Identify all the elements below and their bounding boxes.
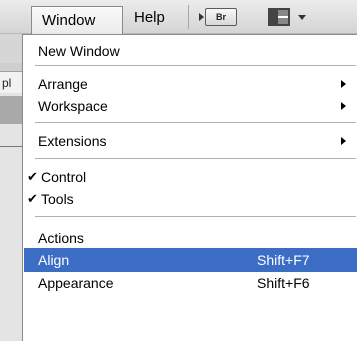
window-menu-dropdown: New Window Arrange Workspace Extensions … xyxy=(22,34,357,341)
truncated-menu-edge xyxy=(0,6,18,28)
menu-separator xyxy=(35,158,356,159)
menu-item-workspace[interactable]: Workspace xyxy=(24,94,357,118)
menu-item-shortcut: Shift+F6 xyxy=(257,275,310,291)
menu-item-shortcut: Shift+F7 xyxy=(257,252,310,268)
menu-item-label: Actions xyxy=(38,230,84,246)
menu-item-align[interactable]: Align Shift+F7 xyxy=(24,248,357,272)
menu-item-label: New Window xyxy=(38,43,120,59)
menu-item-arrange[interactable]: Arrange xyxy=(24,72,357,96)
workspace-layout-icon[interactable] xyxy=(268,8,290,26)
bridge-icon[interactable]: Br xyxy=(199,8,237,26)
menu-separator xyxy=(35,122,356,123)
checkmark-icon: ✔ xyxy=(27,191,38,206)
menu-item-extensions[interactable]: Extensions xyxy=(24,129,357,153)
submenu-arrow-icon xyxy=(341,137,346,145)
menu-item-label: Extensions xyxy=(38,133,107,149)
menu-separator xyxy=(35,65,356,66)
menu-item-new-window[interactable]: New Window xyxy=(24,39,357,63)
menu-item-actions[interactable]: Actions xyxy=(24,226,357,250)
menu-item-label: Appearance xyxy=(38,275,114,291)
menu-item-label: Arrange xyxy=(38,76,88,92)
chevron-down-icon[interactable] xyxy=(298,15,306,20)
menu-item-appearance[interactable]: Appearance Shift+F6 xyxy=(24,271,357,295)
submenu-arrow-icon xyxy=(341,80,346,88)
menu-item-control[interactable]: ✔ Control xyxy=(24,165,357,189)
menu-help[interactable]: Help xyxy=(134,6,165,30)
menu-item-label: Control xyxy=(41,169,87,185)
menu-bar: Window Help Br xyxy=(0,0,357,35)
menu-item-label: Workspace xyxy=(38,98,108,114)
menu-item-label: Tools xyxy=(41,191,74,207)
menu-item-label: Align xyxy=(38,252,70,268)
menu-item-tools[interactable]: ✔ Tools xyxy=(24,187,357,211)
menu-separator xyxy=(35,216,356,217)
menubar-divider xyxy=(188,5,189,29)
checkmark-icon: ✔ xyxy=(27,169,38,184)
submenu-arrow-icon xyxy=(341,102,346,110)
menu-window[interactable]: Window xyxy=(31,6,123,35)
